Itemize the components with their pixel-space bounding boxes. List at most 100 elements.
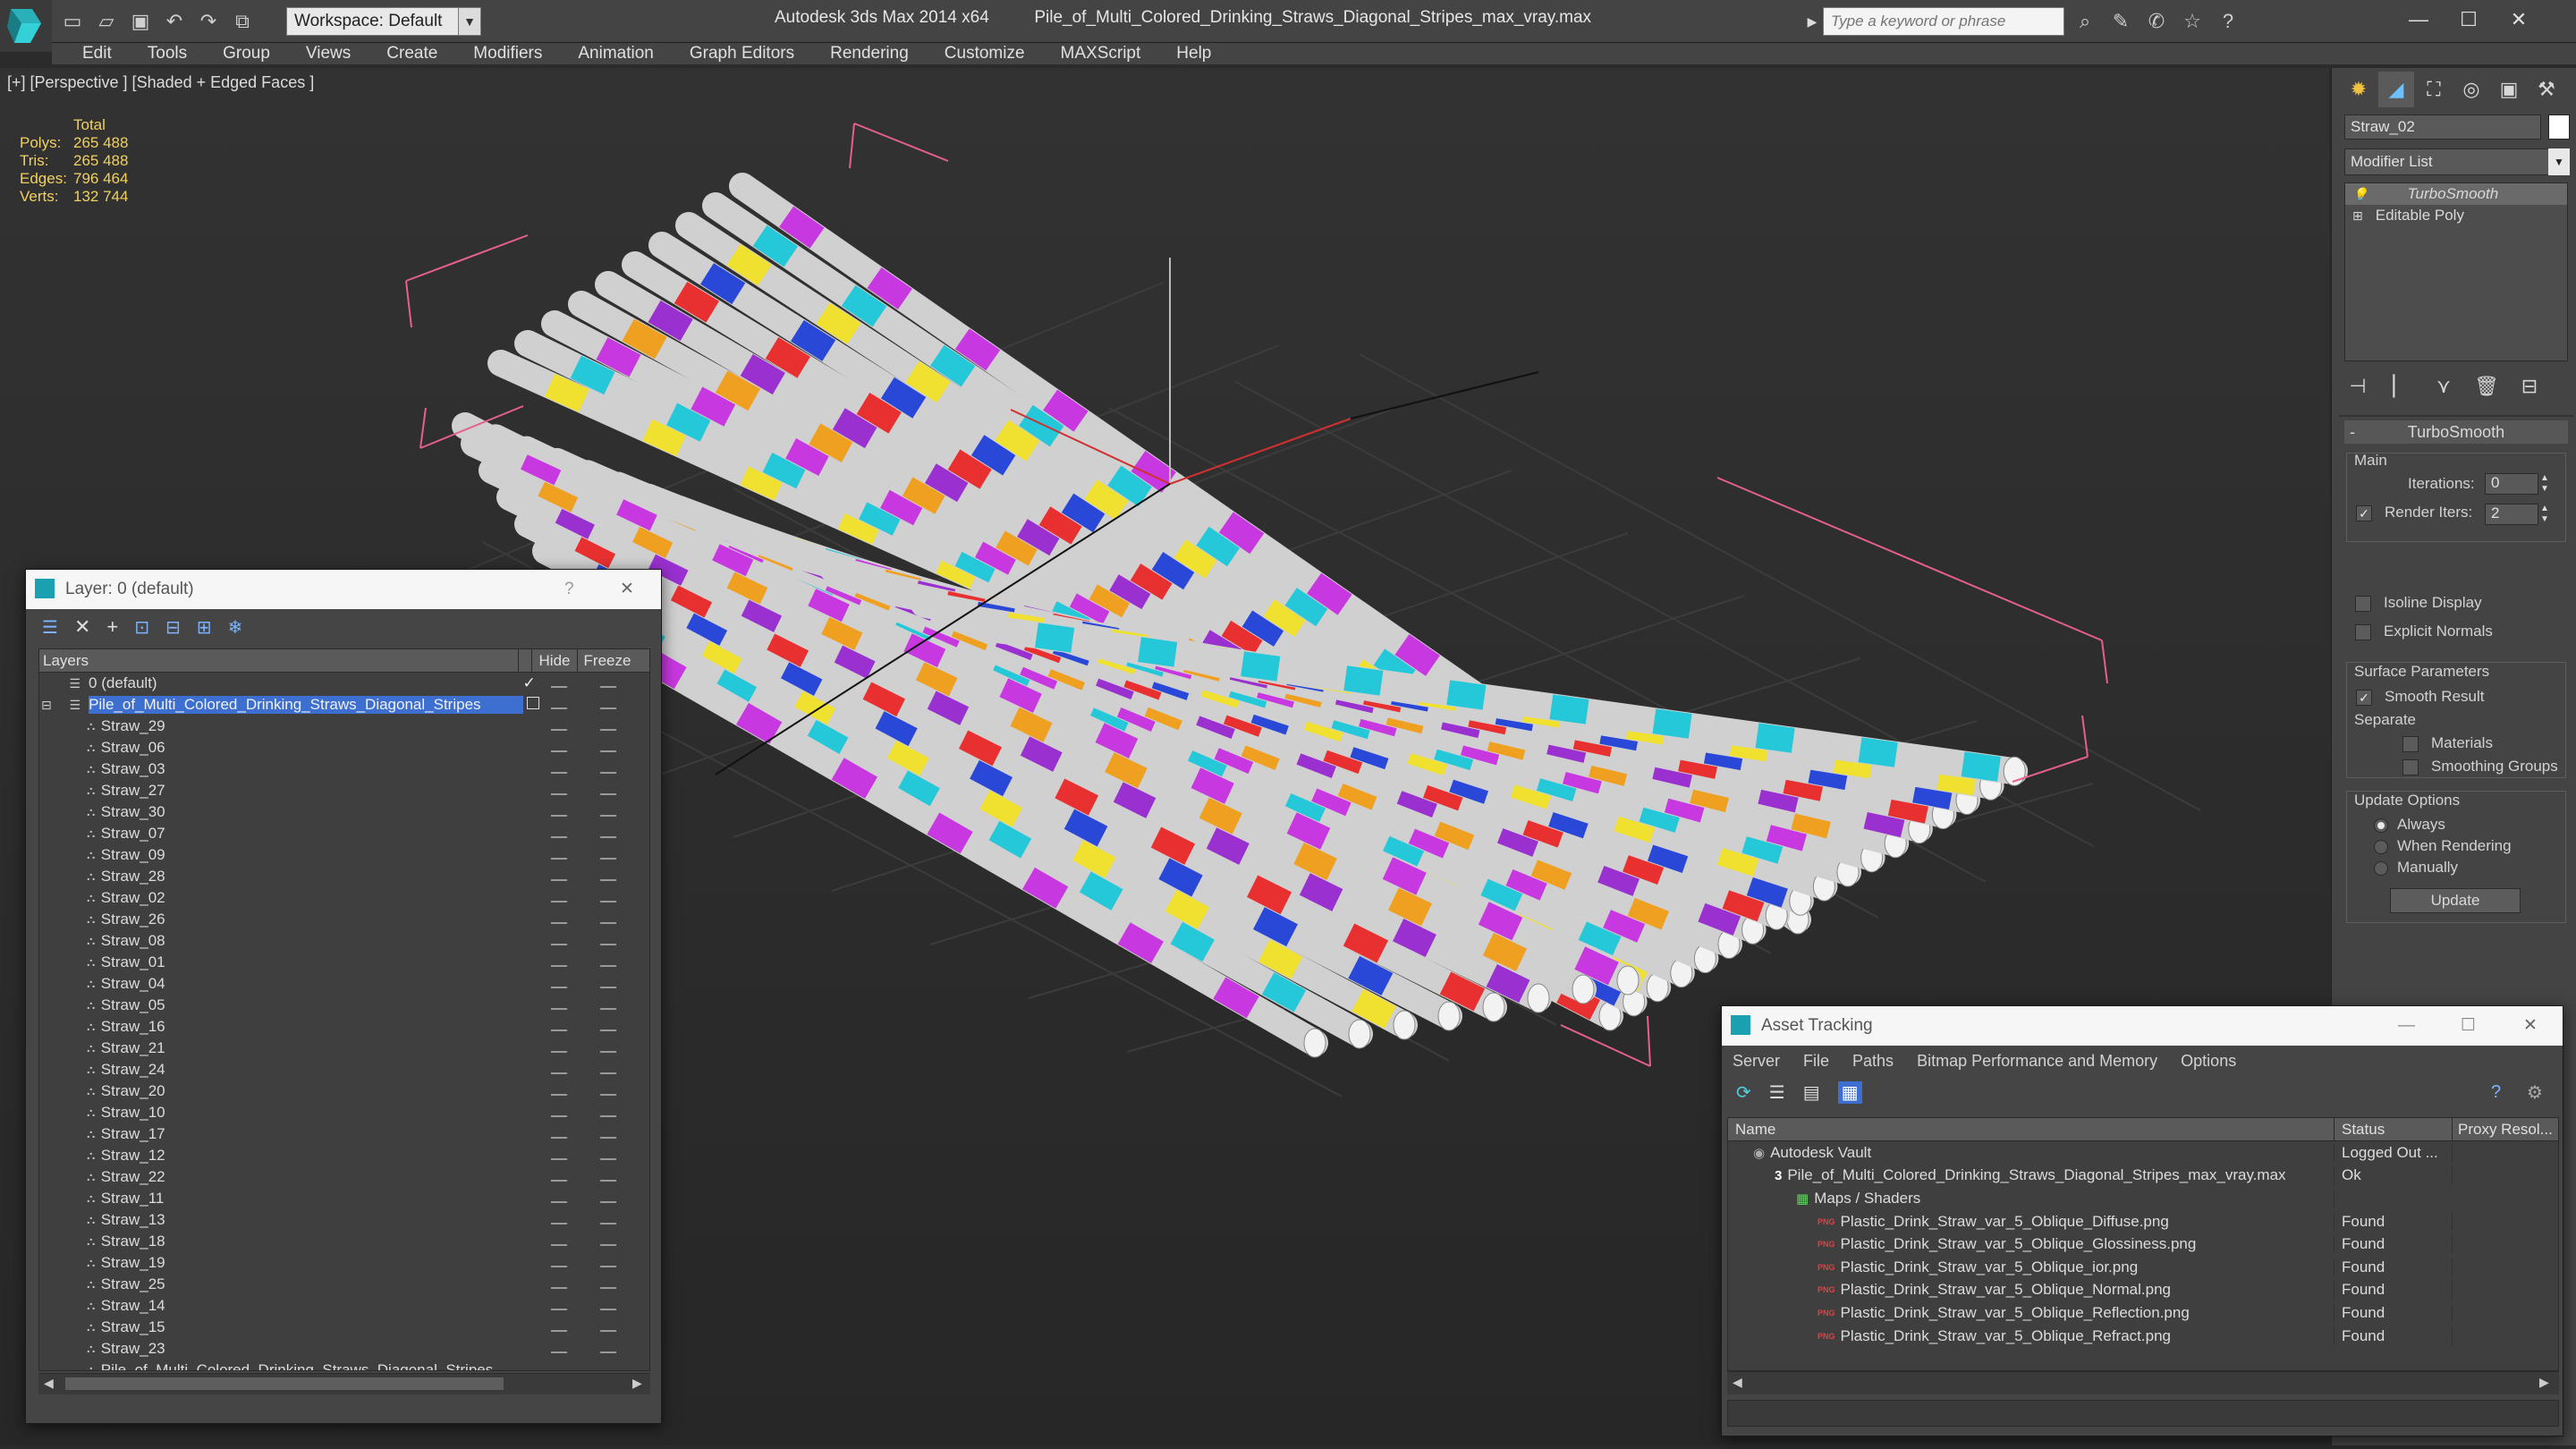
hide-toggle[interactable] bbox=[550, 696, 600, 714]
layer-row-default[interactable]: ☰ 0 (default) ✓ bbox=[39, 673, 649, 694]
pin-stack-icon[interactable]: ⊣ bbox=[2344, 369, 2371, 404]
hide-toggle[interactable] bbox=[550, 803, 600, 821]
search-input[interactable] bbox=[1823, 7, 2064, 36]
layer-object-row[interactable]: ⛬ Straw_22 bbox=[39, 1166, 649, 1188]
highlight-layer-icon[interactable]: ⊟ bbox=[165, 616, 181, 639]
manually-radio[interactable] bbox=[2374, 861, 2388, 876]
layer-object-row[interactable]: ⛬ Straw_02 bbox=[39, 887, 649, 909]
layer-object-row[interactable]: ⛬ Straw_03 bbox=[39, 758, 649, 780]
search-expand-icon[interactable]: ▶ bbox=[1803, 7, 1821, 36]
freeze-toggle[interactable] bbox=[599, 1018, 649, 1036]
hide-toggle[interactable] bbox=[550, 739, 600, 757]
hide-toggle[interactable] bbox=[550, 868, 600, 886]
freeze-toggle[interactable] bbox=[599, 1254, 649, 1272]
column-name[interactable]: Name bbox=[1728, 1118, 2334, 1141]
layer-object-row[interactable]: ⛬ Straw_25 bbox=[39, 1274, 649, 1295]
layer-object-row[interactable]: ⛬ Straw_23 bbox=[39, 1338, 649, 1360]
collapse-minus-icon[interactable]: ⊟ bbox=[39, 698, 55, 713]
hide-toggle[interactable] bbox=[550, 953, 600, 971]
layer-object-row[interactable]: ⛬ Straw_01 bbox=[39, 952, 649, 973]
asset-path-field[interactable] bbox=[1727, 1400, 2559, 1427]
freeze-toggle[interactable] bbox=[599, 1275, 649, 1293]
asset-row[interactable]: PNG Plastic_Drink_Straw_var_5_Oblique_Ref… bbox=[1728, 1301, 2558, 1325]
freeze-toggle[interactable] bbox=[599, 1082, 649, 1100]
freeze-toggle[interactable] bbox=[600, 1361, 649, 1370]
close-icon[interactable]: ✕ bbox=[2523, 1006, 2538, 1046]
freeze-toggle[interactable] bbox=[599, 1147, 649, 1165]
modifier-stack-item[interactable]: ⊞ Editable Poly bbox=[2345, 205, 2567, 226]
freeze-toggle[interactable] bbox=[599, 911, 649, 928]
iterations-spinner[interactable]: 0 bbox=[2485, 473, 2538, 495]
asset-row[interactable]: PNG Plastic_Drink_Straw_var_5_Oblique_Dif… bbox=[1728, 1210, 2558, 1233]
layer-object-row[interactable]: ⛬ Straw_04 bbox=[39, 973, 649, 995]
freeze-toggle[interactable] bbox=[599, 975, 649, 993]
render-iters-spinner[interactable]: 2 bbox=[2485, 504, 2538, 525]
hide-toggle[interactable] bbox=[550, 1168, 600, 1186]
menu-modifiers[interactable]: Modifiers bbox=[455, 43, 560, 64]
menu-customize[interactable]: Customize bbox=[927, 43, 1043, 64]
layer-object-row[interactable]: ⛬ Straw_19 bbox=[39, 1252, 649, 1274]
freeze-toggle[interactable] bbox=[599, 953, 649, 971]
freeze-toggle[interactable] bbox=[599, 717, 649, 735]
freeze-toggle[interactable] bbox=[599, 739, 649, 757]
column-proxy-resolution[interactable]: Proxy Resol... bbox=[2453, 1118, 2558, 1141]
hierarchy-tab-icon[interactable]: ⛶ bbox=[2416, 72, 2452, 107]
freeze-toggle[interactable] bbox=[599, 996, 649, 1014]
communication-icon[interactable]: ✆ bbox=[2141, 6, 2172, 37]
freeze-toggle[interactable] bbox=[599, 825, 649, 843]
show-end-result-icon[interactable]: ▏ bbox=[2387, 369, 2414, 404]
help-icon[interactable]: ? bbox=[2213, 6, 2243, 37]
modifier-list-dropdown[interactable]: Modifier List bbox=[2344, 148, 2550, 175]
modifier-stack-item[interactable]: 💡 TurboSmooth bbox=[2345, 183, 2567, 205]
list-view-icon[interactable]: ☰ bbox=[1769, 1081, 1785, 1104]
asset-row[interactable]: PNG Plastic_Drink_Straw_var_5_Oblique_Nor… bbox=[1728, 1279, 2558, 1302]
freeze-toggle[interactable] bbox=[599, 932, 649, 950]
scroll-right-icon[interactable]: ▶ bbox=[632, 1376, 642, 1391]
hide-toggle[interactable] bbox=[550, 825, 600, 843]
hide-toggle[interactable] bbox=[550, 1340, 600, 1358]
scroll-left-icon[interactable]: ◀ bbox=[44, 1376, 54, 1391]
favorites-star-icon[interactable]: ☆ bbox=[2177, 6, 2207, 37]
asset-row[interactable]: ◉ Autodesk Vault Logged Out ... bbox=[1728, 1141, 2558, 1165]
layer-object-row[interactable]: ⛬ Straw_28 bbox=[39, 866, 649, 887]
freeze-toggle[interactable] bbox=[599, 782, 649, 800]
project-folder-icon[interactable]: ⧉ bbox=[227, 6, 258, 37]
freeze-toggle[interactable] bbox=[599, 1297, 649, 1315]
freeze-toggle[interactable] bbox=[599, 760, 649, 778]
hide-toggle[interactable] bbox=[550, 1233, 600, 1250]
display-tab-icon[interactable]: ▣ bbox=[2491, 72, 2527, 107]
layer-object-row[interactable]: ⛬ Straw_13 bbox=[39, 1209, 649, 1231]
layer-object-row[interactable]: ⛬ Straw_06 bbox=[39, 737, 649, 758]
hide-toggle[interactable] bbox=[550, 1147, 600, 1165]
hide-toggle[interactable] bbox=[550, 1211, 600, 1229]
scroll-thumb[interactable] bbox=[65, 1377, 504, 1390]
layer-object-row[interactable]: ⛬ Straw_26 bbox=[39, 909, 649, 930]
column-freeze[interactable]: Freeze bbox=[578, 649, 637, 673]
layer-object-row[interactable]: ⛬ Straw_27 bbox=[39, 780, 649, 801]
materials-checkbox[interactable] bbox=[2402, 736, 2419, 752]
hide-toggle[interactable] bbox=[550, 782, 600, 800]
chevron-down-icon[interactable]: ▼ bbox=[2548, 148, 2570, 175]
spinner-arrows-icon[interactable]: ▲ ▼ bbox=[2540, 473, 2549, 495]
asset-row[interactable]: PNG Plastic_Drink_Straw_var_5_Oblique_ior… bbox=[1728, 1256, 2558, 1279]
freeze-toggle[interactable] bbox=[599, 889, 649, 907]
refresh-icon[interactable]: ⟳ bbox=[1736, 1081, 1751, 1104]
menu-edit[interactable]: Edit bbox=[64, 43, 130, 64]
redo-icon[interactable]: ↷ bbox=[193, 6, 224, 37]
freeze-toggle[interactable] bbox=[599, 696, 649, 714]
thumbnail-view-icon[interactable]: ▤ bbox=[1803, 1081, 1820, 1104]
hide-toggle[interactable] bbox=[550, 1018, 600, 1036]
asset-menu-options[interactable]: Options bbox=[2181, 1052, 2236, 1071]
explicit-normals-checkbox[interactable] bbox=[2355, 624, 2371, 640]
viewport-label[interactable]: [+] [Perspective ] [Shaded + Edged Faces… bbox=[7, 73, 314, 92]
close-icon[interactable]: ✕ bbox=[2494, 0, 2544, 39]
when-rendering-radio[interactable] bbox=[2374, 840, 2388, 854]
asset-row[interactable]: ▦ Maps / Shaders bbox=[1728, 1187, 2558, 1210]
maximize-icon[interactable]: ☐ bbox=[2461, 1006, 2476, 1046]
hide-toggle[interactable] bbox=[551, 1361, 600, 1370]
menu-views[interactable]: Views bbox=[288, 43, 369, 64]
chevron-down-icon[interactable]: ▼ bbox=[458, 7, 481, 36]
layer-object-row[interactable]: ⛬ Straw_10 bbox=[39, 1102, 649, 1123]
asset-menu-file[interactable]: File bbox=[1803, 1052, 1829, 1071]
table-view-icon[interactable]: ▦ bbox=[1837, 1080, 1862, 1104]
